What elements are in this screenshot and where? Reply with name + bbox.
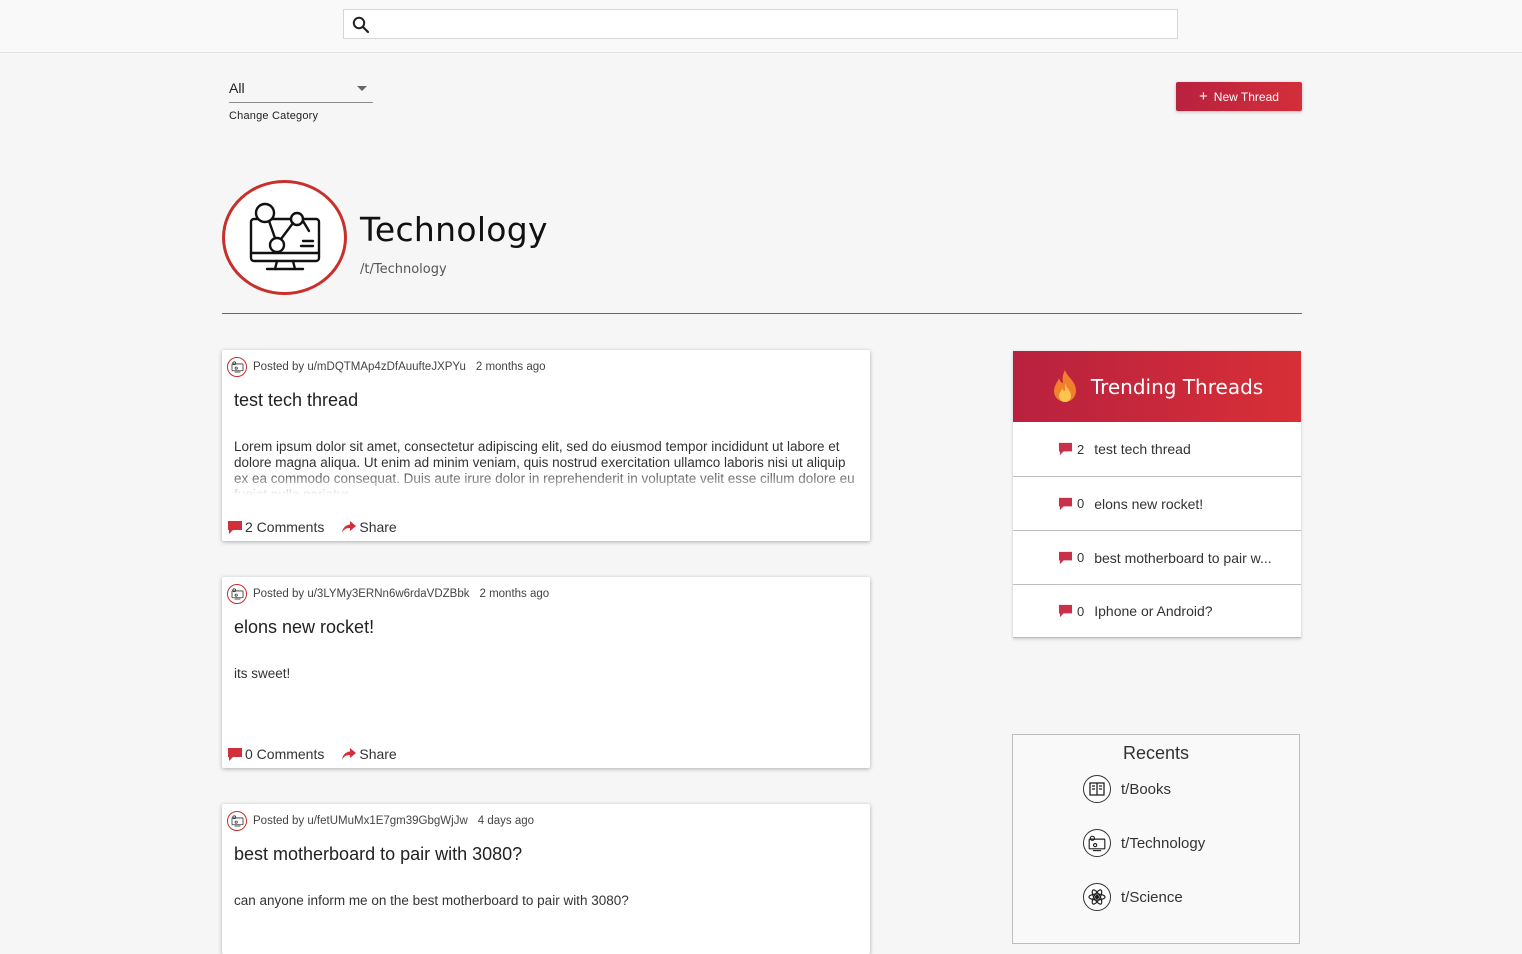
recent-item-label: t/Science	[1121, 888, 1183, 906]
recent-item-technology[interactable]: t/Technology	[1083, 829, 1205, 857]
category-helper-text: Change Category	[229, 110, 319, 122]
trending-threads-panel: Trending Threads 2 test tech thread 0 el…	[1013, 351, 1301, 638]
trending-item[interactable]: 0 Iphone or Android?	[1013, 584, 1301, 638]
trending-count: 0	[1077, 550, 1085, 565]
post-actions: 0 Comments Share	[227, 746, 397, 762]
post-author[interactable]: Posted by u/3LYMy3ERNn6w6rdaVDZBbk	[253, 588, 469, 600]
technology-icon	[231, 361, 243, 373]
post-title[interactable]: best motherboard to pair with 3080?	[234, 844, 522, 865]
post-time: 4 days ago	[477, 815, 535, 827]
category-selected-label: All	[229, 80, 245, 96]
post-body: can anyone inform me on the best motherb…	[234, 893, 629, 908]
search-icon	[352, 16, 370, 34]
community-avatar	[227, 357, 247, 377]
post-meta: Posted by u/mDQTMAp4zDfAuufteJXPYu 2 mon…	[227, 357, 546, 377]
comments-label: 0 Comments	[245, 746, 325, 762]
trending-item[interactable]: 0 best motherboard to pair w...	[1013, 530, 1301, 584]
share-icon	[342, 748, 357, 760]
book-icon	[1083, 775, 1111, 803]
fire-icon	[1053, 369, 1076, 402]
post-time: 2 months ago	[479, 588, 550, 600]
comment-icon	[1058, 497, 1073, 510]
comment-icon	[1058, 604, 1073, 618]
community-title: Technology	[360, 210, 548, 249]
trending-item-title: Iphone or Android?	[1094, 603, 1213, 619]
trending-item-title: test tech thread	[1094, 441, 1191, 457]
recent-item-science[interactable]: t/Science	[1083, 883, 1183, 911]
comment-icon	[228, 520, 242, 534]
share-label: Share	[359, 746, 397, 762]
atom-icon	[1083, 883, 1111, 911]
comments-label: 2 Comments	[245, 519, 325, 535]
trending-title: Trending Threads	[1090, 374, 1264, 399]
community-logo	[222, 180, 347, 295]
post-author[interactable]: Posted by u/mDQTMAp4zDfAuufteJXPYu	[253, 361, 466, 373]
share-icon	[342, 521, 357, 533]
recent-item-books[interactable]: t/Books	[1083, 775, 1171, 803]
recent-item-label: t/Books	[1121, 780, 1172, 798]
new-thread-button[interactable]: + New Thread	[1176, 82, 1302, 111]
trending-item[interactable]: 2 test tech thread	[1013, 422, 1301, 476]
post-author[interactable]: Posted by u/fetUMuMx1E7gm39GbgWjJw	[253, 815, 468, 827]
comments-button[interactable]: 2 Comments	[227, 519, 324, 535]
technology-icon	[1083, 829, 1111, 857]
post-meta: Posted by u/fetUMuMx1E7gm39GbgWjJw 4 day…	[227, 811, 534, 831]
caret-down-icon	[357, 86, 367, 91]
comment-icon	[1058, 442, 1073, 456]
comments-button[interactable]: 0 Comments	[227, 746, 324, 762]
top-bar	[0, 0, 1522, 53]
trending-count: 2	[1077, 441, 1085, 457]
share-button[interactable]: Share	[341, 519, 397, 535]
post-card[interactable]: Posted by u/3LYMy3ERNn6w6rdaVDZBbk 2 mon…	[222, 577, 870, 768]
category-select-value[interactable]: All	[229, 78, 373, 103]
technology-icon	[249, 202, 320, 270]
plus-icon: +	[1199, 87, 1208, 105]
recents-panel: Recents t/Books t/Technology t/Science	[1012, 734, 1300, 944]
share-label: Share	[359, 519, 397, 535]
community-avatar	[227, 584, 247, 604]
header-divider	[222, 313, 1302, 314]
post-title[interactable]: test tech thread	[234, 390, 358, 411]
trending-item-title: elons new rocket!	[1094, 495, 1204, 512]
community-path: /t/Technology	[360, 262, 447, 277]
category-select[interactable]: All Change Category	[229, 78, 373, 122]
post-card[interactable]: Posted by u/fetUMuMx1E7gm39GbgWjJw 4 day…	[222, 804, 870, 954]
trending-count: 0	[1077, 603, 1085, 619]
post-meta: Posted by u/3LYMy3ERNn6w6rdaVDZBbk 2 mon…	[227, 584, 549, 604]
trending-item[interactable]: 0 elons new rocket!	[1013, 476, 1301, 530]
search-input[interactable]	[378, 13, 1172, 37]
post-actions: 2 Comments Share	[227, 519, 397, 535]
community-avatar	[227, 811, 247, 831]
technology-icon	[231, 815, 243, 827]
share-button[interactable]: Share	[341, 746, 397, 762]
recent-item-label: t/Technology	[1121, 834, 1206, 852]
new-thread-label: New Thread	[1213, 89, 1279, 104]
post-body: its sweet!	[234, 666, 291, 681]
post-body: Lorem ipsum dolor sit amet, consectetur …	[234, 439, 855, 495]
trending-header: Trending Threads	[1013, 351, 1301, 422]
technology-icon	[231, 588, 243, 600]
trending-item-title: best motherboard to pair w...	[1094, 549, 1272, 566]
trending-count: 0	[1077, 496, 1085, 511]
post-time: 2 months ago	[475, 361, 546, 373]
search-box[interactable]	[343, 9, 1178, 39]
post-card[interactable]: Posted by u/mDQTMAp4zDfAuufteJXPYu 2 mon…	[222, 350, 870, 541]
recents-title: Recents	[1122, 743, 1190, 763]
comment-icon	[228, 747, 242, 761]
post-title[interactable]: elons new rocket!	[234, 617, 374, 638]
comment-icon	[1058, 551, 1073, 564]
